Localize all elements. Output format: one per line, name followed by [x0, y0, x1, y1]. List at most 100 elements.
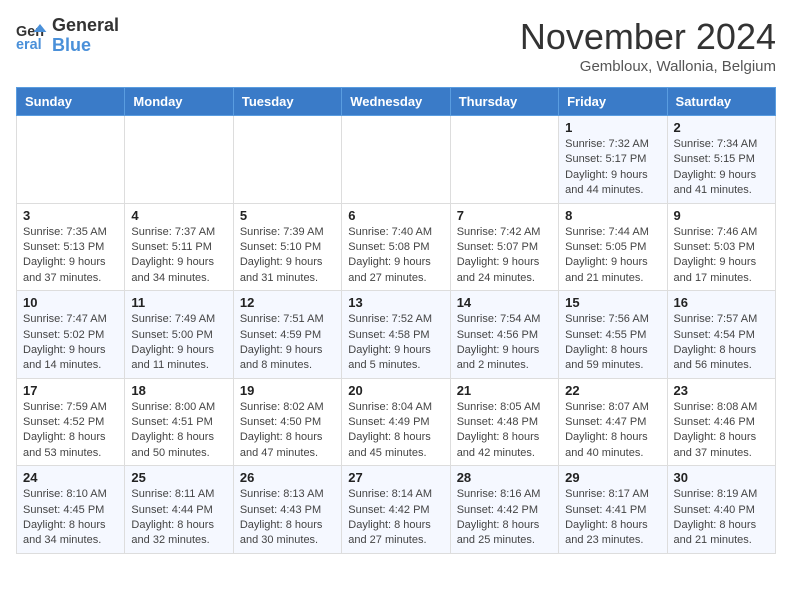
calendar-cell: 11Sunrise: 7:49 AM Sunset: 5:00 PM Dayli… [125, 291, 233, 379]
weekday-header-wednesday: Wednesday [342, 88, 450, 116]
day-info: Sunrise: 8:08 AM Sunset: 4:46 PM Dayligh… [674, 400, 769, 462]
day-info: Sunrise: 7:52 AM Sunset: 4:58 PM Dayligh… [348, 312, 443, 374]
calendar-cell: 30Sunrise: 8:19 AM Sunset: 4:40 PM Dayli… [667, 466, 775, 554]
calendar-cell: 13 Sunrise: 7:52 AM Sunset: 4:58 PM Dayli… [342, 291, 450, 379]
day-number: 8 [565, 208, 660, 223]
calendar-cell: 15 Sunrise: 7:56 AM Sunset: 4:55 PM Dayli… [559, 291, 667, 379]
day-number: 13 [348, 295, 443, 310]
calendar-cell: 14 Sunrise: 7:54 AM Sunset: 4:56 PM Dayli… [450, 291, 558, 379]
day-number: 2 [674, 120, 769, 135]
day-number: 20 [348, 383, 443, 398]
day-info: Sunrise: 7:34 AM Sunset: 5:15 PM Dayligh… [674, 137, 769, 199]
calendar-cell: 24 Sunrise: 8:10 AM Sunset: 4:45 PM Dayli… [17, 466, 125, 554]
calendar-week-3: 10 Sunrise: 7:47 AM Sunset: 5:02 PM Dayli… [17, 291, 776, 379]
day-number: 29 [565, 470, 660, 485]
calendar-cell [450, 116, 558, 204]
day-info: Sunrise: 8:04 AM Sunset: 4:49 PM Dayligh… [348, 400, 443, 462]
day-info: Sunrise: 8:10 AM Sunset: 4:45 PM Dayligh… [23, 487, 118, 549]
day-number: 23 [674, 383, 769, 398]
day-number: 30 [674, 470, 769, 485]
day-info: Sunrise: 8:17 AM Sunset: 4:41 PM Dayligh… [565, 487, 660, 549]
calendar-header: SundayMondayTuesdayWednesdayThursdayFrid… [17, 88, 776, 116]
calendar-cell [17, 116, 125, 204]
location-subtitle: Gembloux, Wallonia, Belgium [520, 58, 776, 75]
calendar-cell: 3 Sunrise: 7:35 AM Sunset: 5:13 PM Daylig… [17, 203, 125, 291]
day-number: 10 [23, 295, 118, 310]
day-number: 12 [240, 295, 335, 310]
weekday-header-row: SundayMondayTuesdayWednesdayThursdayFrid… [17, 88, 776, 116]
day-number: 11 [131, 295, 226, 310]
day-info: Sunrise: 7:35 AM Sunset: 5:13 PM Dayligh… [23, 225, 118, 287]
day-info: Sunrise: 8:13 AM Sunset: 4:43 PM Dayligh… [240, 487, 335, 549]
calendar-body: 1 Sunrise: 7:32 AM Sunset: 5:17 PM Daylig… [17, 116, 776, 554]
weekday-header-thursday: Thursday [450, 88, 558, 116]
calendar-cell [342, 116, 450, 204]
calendar-week-1: 1 Sunrise: 7:32 AM Sunset: 5:17 PM Daylig… [17, 116, 776, 204]
calendar-cell [233, 116, 341, 204]
calendar-cell: 21Sunrise: 8:05 AM Sunset: 4:48 PM Dayli… [450, 378, 558, 466]
day-number: 14 [457, 295, 552, 310]
day-number: 27 [348, 470, 443, 485]
calendar-cell: 26Sunrise: 8:13 AM Sunset: 4:43 PM Dayli… [233, 466, 341, 554]
day-number: 3 [23, 208, 118, 223]
day-info: Sunrise: 8:07 AM Sunset: 4:47 PM Dayligh… [565, 400, 660, 462]
month-title: November 2024 [520, 16, 776, 58]
day-number: 18 [131, 383, 226, 398]
logo-icon: Gen eral [16, 20, 48, 52]
calendar-cell: 16 Sunrise: 7:57 AM Sunset: 4:54 PM Dayli… [667, 291, 775, 379]
day-number: 19 [240, 383, 335, 398]
day-number: 25 [131, 470, 226, 485]
calendar-cell: 9Sunrise: 7:46 AM Sunset: 5:03 PM Daylig… [667, 203, 775, 291]
day-number: 15 [565, 295, 660, 310]
day-number: 24 [23, 470, 118, 485]
day-info: Sunrise: 8:11 AM Sunset: 4:44 PM Dayligh… [131, 487, 226, 549]
day-number: 1 [565, 120, 660, 135]
calendar-week-2: 3 Sunrise: 7:35 AM Sunset: 5:13 PM Daylig… [17, 203, 776, 291]
day-info: Sunrise: 8:14 AM Sunset: 4:42 PM Dayligh… [348, 487, 443, 549]
day-info: Sunrise: 7:37 AM Sunset: 5:11 PM Dayligh… [131, 225, 226, 287]
calendar-cell: 22 Sunrise: 8:07 AM Sunset: 4:47 PM Dayli… [559, 378, 667, 466]
calendar-week-4: 17Sunrise: 7:59 AM Sunset: 4:52 PM Dayli… [17, 378, 776, 466]
day-info: Sunrise: 7:51 AM Sunset: 4:59 PM Dayligh… [240, 312, 335, 374]
weekday-header-tuesday: Tuesday [233, 88, 341, 116]
day-number: 16 [674, 295, 769, 310]
day-number: 4 [131, 208, 226, 223]
calendar-table: SundayMondayTuesdayWednesdayThursdayFrid… [16, 87, 776, 554]
calendar-cell: 8 Sunrise: 7:44 AM Sunset: 5:05 PM Daylig… [559, 203, 667, 291]
day-number: 28 [457, 470, 552, 485]
calendar-cell: 1 Sunrise: 7:32 AM Sunset: 5:17 PM Daylig… [559, 116, 667, 204]
day-number: 21 [457, 383, 552, 398]
calendar-cell: 10 Sunrise: 7:47 AM Sunset: 5:02 PM Dayli… [17, 291, 125, 379]
day-info: Sunrise: 8:02 AM Sunset: 4:50 PM Dayligh… [240, 400, 335, 462]
day-info: Sunrise: 7:56 AM Sunset: 4:55 PM Dayligh… [565, 312, 660, 374]
day-info: Sunrise: 7:44 AM Sunset: 5:05 PM Dayligh… [565, 225, 660, 287]
day-number: 5 [240, 208, 335, 223]
day-number: 7 [457, 208, 552, 223]
calendar-cell: 23 Sunrise: 8:08 AM Sunset: 4:46 PM Dayli… [667, 378, 775, 466]
day-info: Sunrise: 7:54 AM Sunset: 4:56 PM Dayligh… [457, 312, 552, 374]
calendar-cell: 2 Sunrise: 7:34 AM Sunset: 5:15 PM Daylig… [667, 116, 775, 204]
weekday-header-sunday: Sunday [17, 88, 125, 116]
day-info: Sunrise: 7:40 AM Sunset: 5:08 PM Dayligh… [348, 225, 443, 287]
calendar-cell: 28 Sunrise: 8:16 AM Sunset: 4:42 PM Dayli… [450, 466, 558, 554]
svg-text:eral: eral [16, 37, 42, 52]
logo-text: General Blue [52, 16, 119, 56]
day-number: 17 [23, 383, 118, 398]
day-info: Sunrise: 7:32 AM Sunset: 5:17 PM Dayligh… [565, 137, 660, 199]
calendar-cell: 17Sunrise: 7:59 AM Sunset: 4:52 PM Dayli… [17, 378, 125, 466]
day-info: Sunrise: 7:42 AM Sunset: 5:07 PM Dayligh… [457, 225, 552, 287]
day-info: Sunrise: 8:16 AM Sunset: 4:42 PM Dayligh… [457, 487, 552, 549]
calendar-cell: 25 Sunrise: 8:11 AM Sunset: 4:44 PM Dayli… [125, 466, 233, 554]
calendar-cell: 29 Sunrise: 8:17 AM Sunset: 4:41 PM Dayli… [559, 466, 667, 554]
day-info: Sunrise: 7:47 AM Sunset: 5:02 PM Dayligh… [23, 312, 118, 374]
calendar-cell: 6Sunrise: 7:40 AM Sunset: 5:08 PM Daylig… [342, 203, 450, 291]
header-area: Gen eral General Blue November 2024 Gemb… [16, 16, 776, 75]
day-info: Sunrise: 7:57 AM Sunset: 4:54 PM Dayligh… [674, 312, 769, 374]
day-info: Sunrise: 7:39 AM Sunset: 5:10 PM Dayligh… [240, 225, 335, 287]
calendar-cell: 18 Sunrise: 8:00 AM Sunset: 4:51 PM Dayli… [125, 378, 233, 466]
day-info: Sunrise: 8:00 AM Sunset: 4:51 PM Dayligh… [131, 400, 226, 462]
logo-blue: Blue [52, 35, 91, 55]
day-number: 22 [565, 383, 660, 398]
calendar-cell: 19 Sunrise: 8:02 AM Sunset: 4:50 PM Dayli… [233, 378, 341, 466]
day-info: Sunrise: 7:46 AM Sunset: 5:03 PM Dayligh… [674, 225, 769, 287]
